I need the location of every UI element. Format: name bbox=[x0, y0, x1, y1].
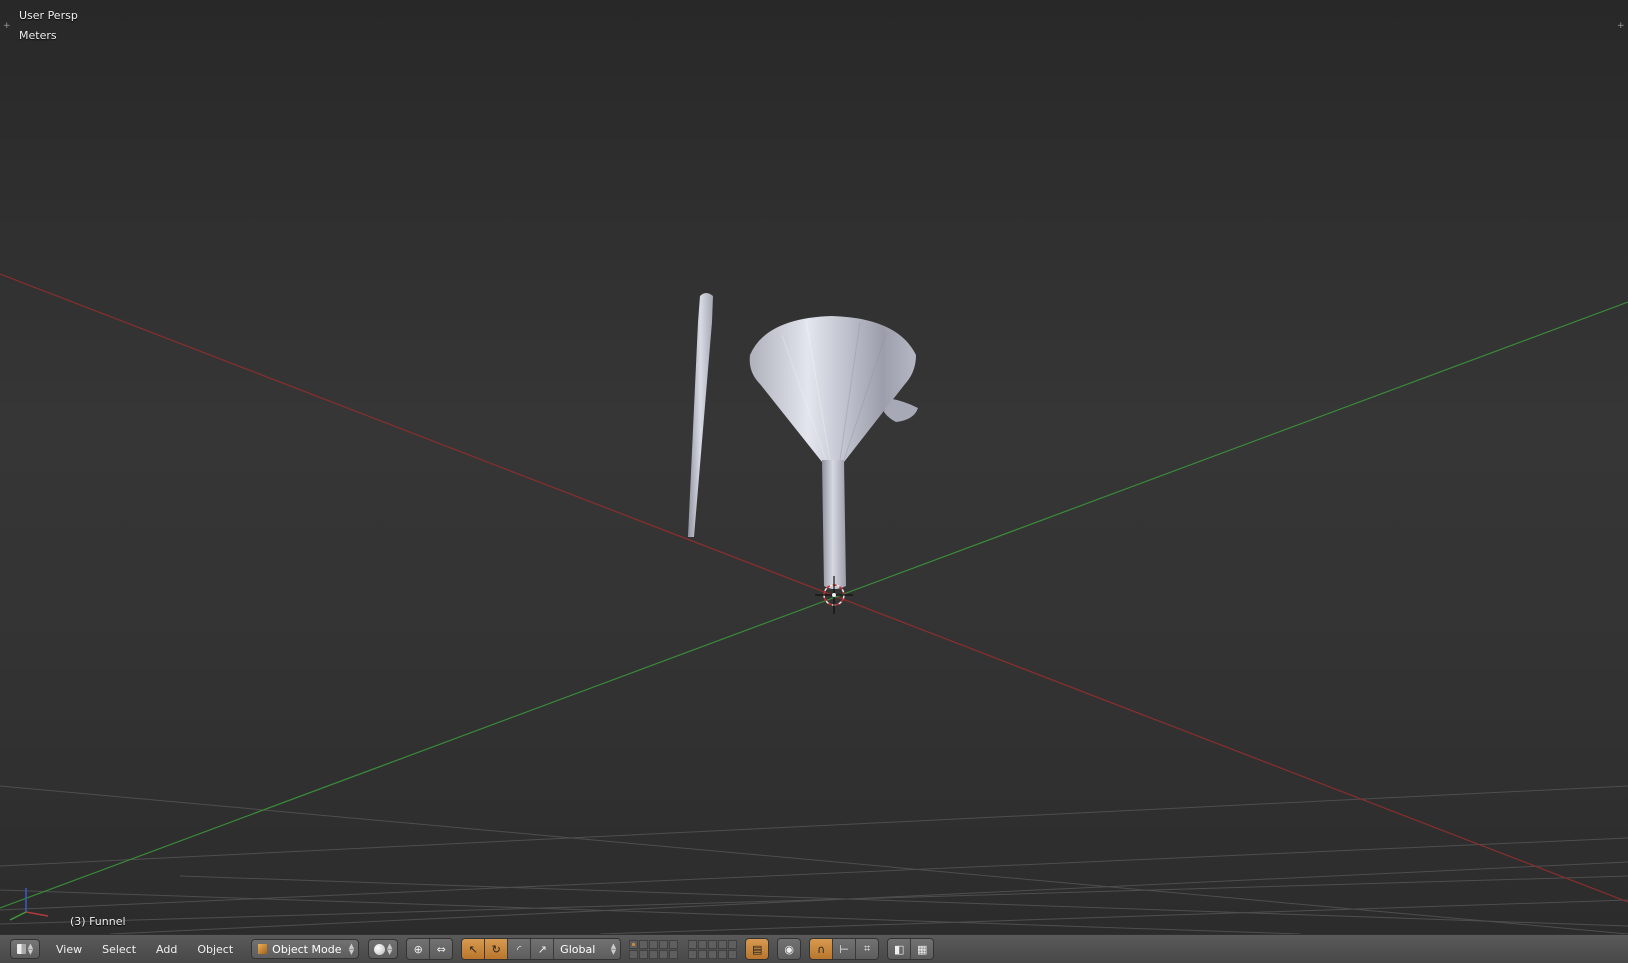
layer-button[interactable] bbox=[639, 949, 649, 959]
layer-button[interactable] bbox=[718, 939, 728, 949]
layer-button[interactable] bbox=[708, 939, 718, 949]
proportional-group: ◉ bbox=[777, 938, 802, 960]
layer-button[interactable] bbox=[698, 949, 708, 959]
corner-plus-icon[interactable]: + bbox=[3, 21, 11, 31]
3d-view-header: ▲ ▼ View Select Add Object Object Mode ▲ ▼… bbox=[0, 934, 1628, 963]
snap-group: ∩ ⊢ ⌗ bbox=[809, 938, 880, 960]
view-label: User Persp bbox=[19, 9, 78, 22]
layer-button[interactable] bbox=[669, 939, 679, 949]
layer-button[interactable] bbox=[728, 949, 738, 959]
layer-button[interactable] bbox=[629, 939, 639, 949]
select-menu[interactable]: Select bbox=[92, 939, 146, 959]
editor-cube-icon bbox=[16, 944, 26, 954]
layer-button[interactable] bbox=[708, 949, 718, 959]
layer-button[interactable] bbox=[629, 949, 639, 959]
object-menu[interactable]: Object bbox=[187, 939, 243, 959]
object-info-label: (3) Funnel bbox=[70, 915, 126, 928]
viewport-shading-select[interactable]: ▲ ▼ bbox=[368, 939, 399, 959]
layer-button[interactable] bbox=[688, 939, 698, 949]
chevron-updown-icon: ▲ ▼ bbox=[27, 942, 34, 956]
view-menu[interactable]: View bbox=[46, 939, 92, 959]
layer-button[interactable] bbox=[659, 949, 669, 959]
layer-button[interactable] bbox=[669, 949, 679, 959]
rotate-icon[interactable]: ↻ bbox=[485, 939, 509, 959]
layer-button[interactable] bbox=[659, 939, 669, 949]
translate-icon[interactable]: ↖ bbox=[462, 939, 486, 959]
scale-icon[interactable]: ◜ bbox=[508, 939, 532, 959]
transform-manipulator-group: ↖ ↻ ◜ ↗ Global ▲ ▼ bbox=[461, 938, 622, 960]
render-group: ◧ ▦ bbox=[887, 938, 935, 960]
scene-canvas[interactable] bbox=[0, 0, 1628, 934]
snap-target-icon[interactable]: ⌗ bbox=[856, 939, 879, 959]
3d-viewport[interactable]: User Persp Meters (3) Funnel + + bbox=[0, 0, 1628, 934]
rod-mesh[interactable] bbox=[688, 293, 713, 537]
add-menu[interactable]: Add bbox=[146, 939, 187, 959]
layer-button[interactable] bbox=[688, 949, 698, 959]
proportional-icon[interactable]: ◉ bbox=[778, 939, 801, 959]
render-icon[interactable]: ◧ bbox=[888, 939, 912, 959]
layer-button[interactable] bbox=[728, 939, 738, 949]
mode-label: Object Mode bbox=[272, 942, 342, 956]
layer-button[interactable] bbox=[718, 949, 728, 959]
camera-icon[interactable]: ▦ bbox=[911, 939, 934, 959]
snap-magnet-icon[interactable]: ∩ bbox=[810, 939, 834, 959]
funnel-mesh[interactable] bbox=[749, 316, 916, 589]
viewport-shading-icon bbox=[373, 943, 385, 955]
layer-button[interactable] bbox=[698, 939, 708, 949]
chevron-updown-icon: ▲ ▼ bbox=[610, 942, 617, 956]
units-label: Meters bbox=[19, 29, 57, 42]
mode-cube-icon bbox=[258, 944, 268, 954]
3d-cursor[interactable] bbox=[815, 576, 853, 614]
layers-icon[interactable] bbox=[688, 939, 738, 959]
snap-target-icon[interactable]: ↗ bbox=[531, 939, 555, 959]
corner-plus-icon[interactable]: + bbox=[1617, 21, 1625, 31]
orientation-select[interactable]: Global ▲ ▼ bbox=[554, 939, 621, 959]
layer-button[interactable] bbox=[649, 949, 659, 959]
snap-element-icon[interactable]: ⊢ bbox=[833, 939, 857, 959]
layer-button[interactable] bbox=[649, 939, 659, 949]
chevron-updown-icon: ▲ ▼ bbox=[348, 942, 355, 956]
chevron-updown-icon: ▲ ▼ bbox=[386, 942, 393, 956]
layer-lock-group: ▤ bbox=[745, 938, 770, 960]
layer-lock-icon[interactable]: ▤ bbox=[746, 939, 769, 959]
pivot-icon[interactable]: ⊕ bbox=[407, 939, 431, 959]
mode-select[interactable]: Object Mode ▲ ▼ bbox=[251, 939, 360, 959]
editor-type-button[interactable]: ▲ ▼ bbox=[10, 939, 40, 959]
layer-button[interactable] bbox=[639, 939, 649, 949]
orientation-label: Global bbox=[560, 942, 596, 956]
manipulator-icon[interactable]: ⇔ bbox=[430, 939, 453, 959]
pivot-group: ⊕ ⇔ bbox=[406, 938, 454, 960]
layers-icon[interactable] bbox=[629, 939, 679, 959]
